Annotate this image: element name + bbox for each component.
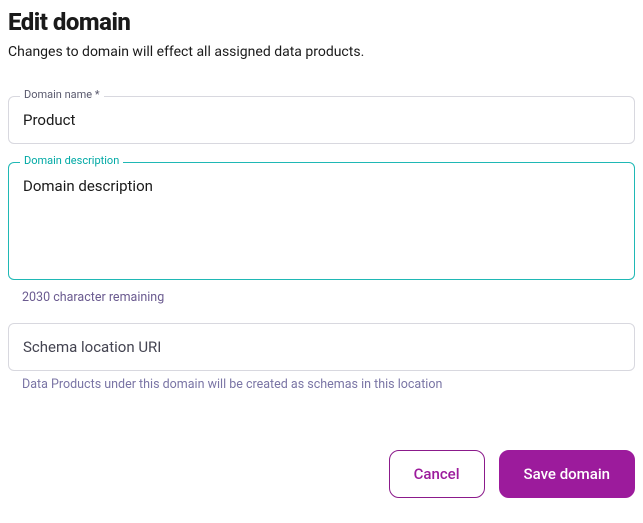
page-subtitle: Changes to domain will effect all assign… — [8, 44, 635, 60]
domain-name-label: Domain name * — [20, 89, 104, 100]
domain-description-label: Domain description — [20, 155, 123, 166]
domain-name-field-wrap: Domain name * — [8, 96, 635, 144]
schema-uri-input[interactable] — [8, 323, 635, 371]
cancel-button[interactable]: Cancel — [389, 450, 485, 498]
domain-description-field-wrap: Domain description 2030 character remain… — [8, 162, 635, 305]
domain-description-input[interactable] — [8, 162, 635, 280]
description-char-remaining: 2030 character remaining — [22, 290, 635, 305]
button-row: Cancel Save domain — [8, 450, 635, 498]
schema-uri-helper: Data Products under this domain will be … — [22, 377, 635, 392]
schema-uri-field-wrap: Data Products under this domain will be … — [8, 323, 635, 392]
page-title: Edit domain — [8, 8, 635, 36]
save-button[interactable]: Save domain — [499, 450, 635, 498]
domain-name-input[interactable] — [8, 96, 635, 144]
